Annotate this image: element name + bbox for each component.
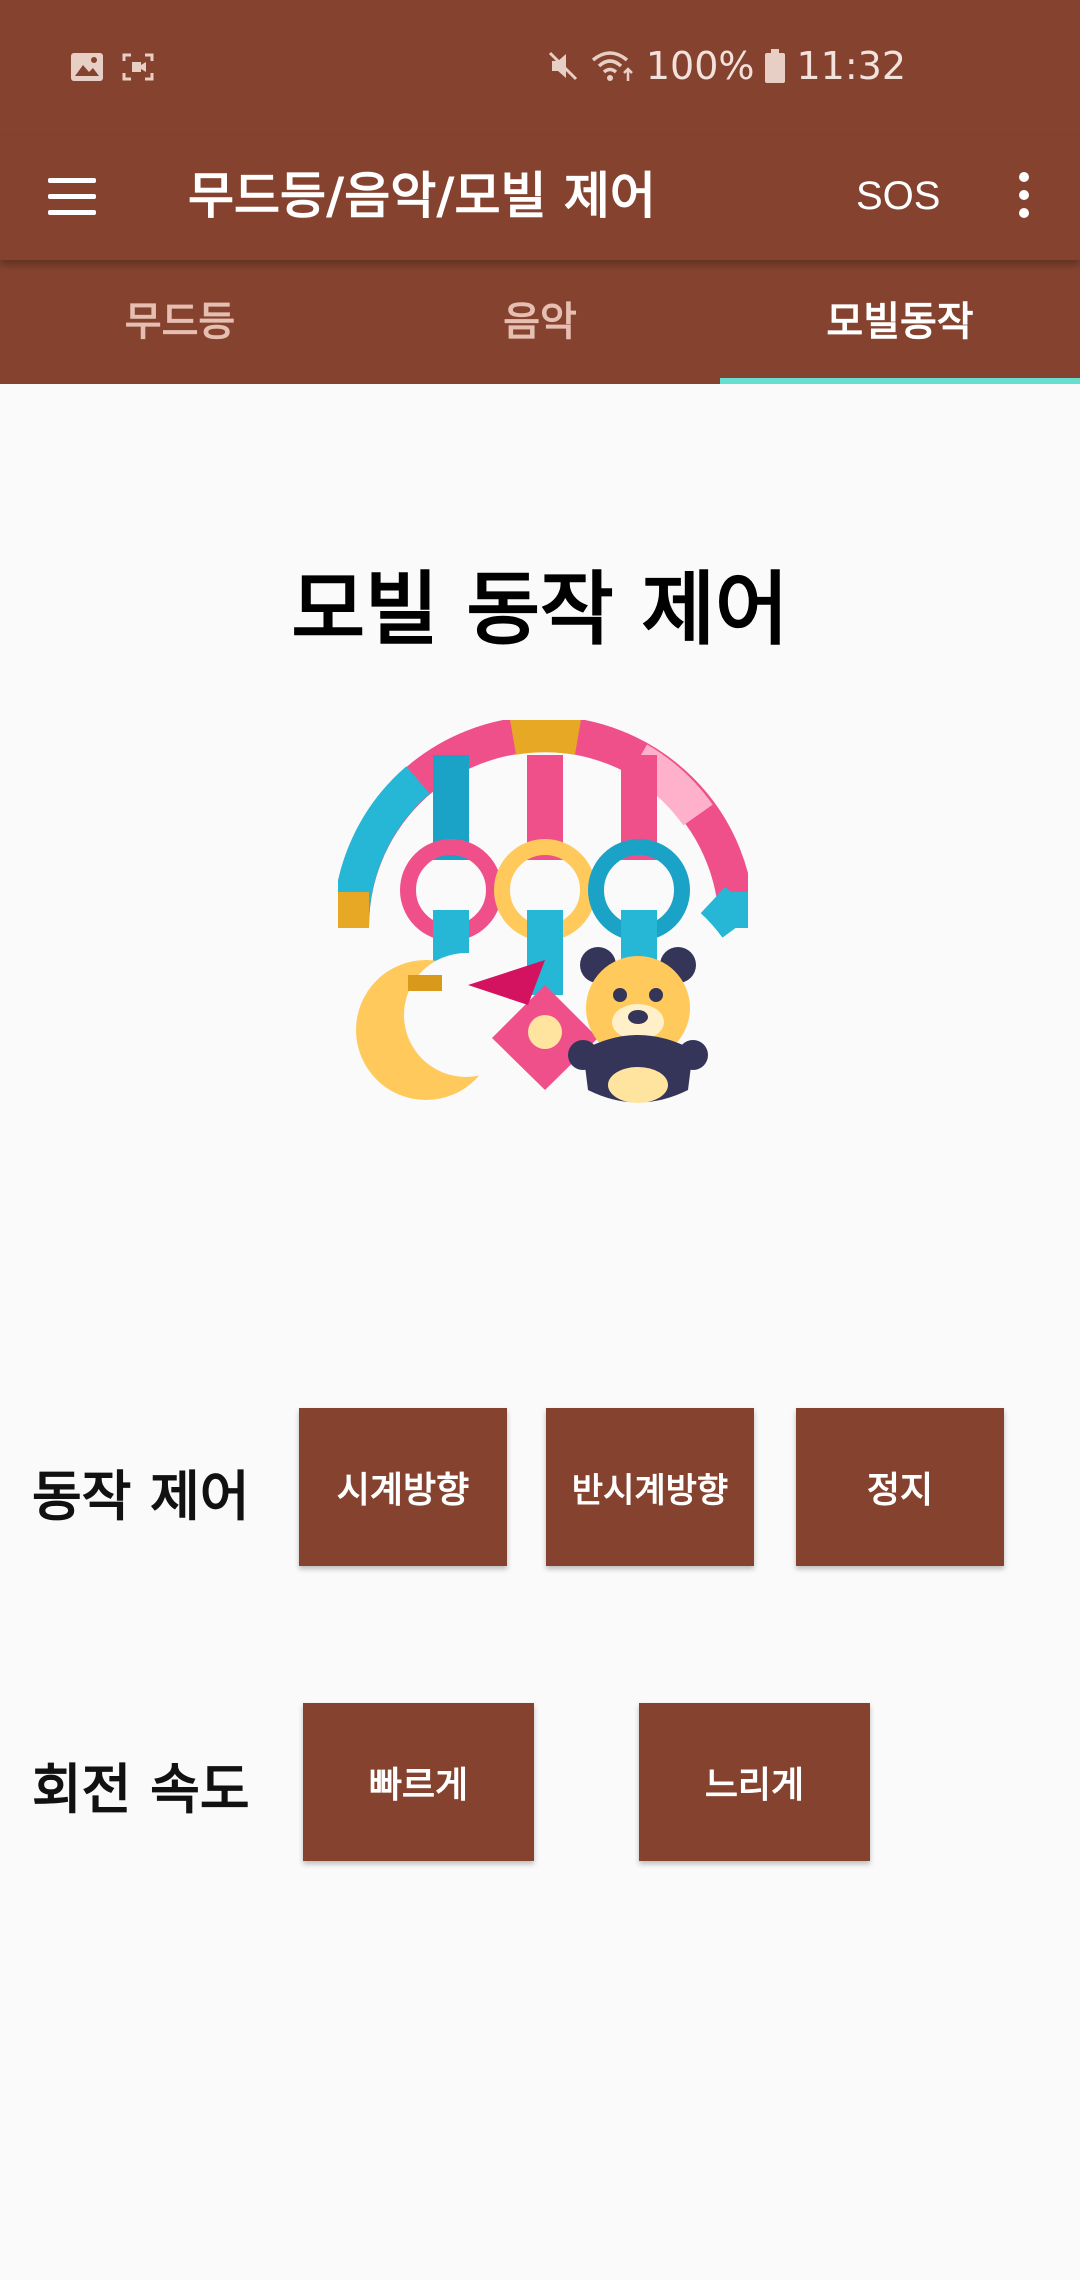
- status-right: 100% 11:32: [546, 44, 906, 88]
- slow-button[interactable]: 느리게: [639, 1703, 870, 1861]
- tab-indicator: [720, 378, 1080, 384]
- mute-icon: [548, 51, 577, 81]
- page-title: 모빌 동작 제어: [291, 563, 789, 656]
- battery-icon: [765, 49, 786, 83]
- more-vert-icon[interactable]: [1004, 166, 1042, 226]
- status-time: 11:32: [796, 44, 906, 88]
- motion-control-label: 동작 제어: [32, 1465, 250, 1528]
- battery-percent: 100%: [645, 44, 755, 88]
- rotation-speed-label: 회전 속도: [32, 1758, 250, 1821]
- fast-button[interactable]: 빠르게: [303, 1703, 534, 1861]
- clockwise-button[interactable]: 시계방향: [299, 1408, 507, 1566]
- menu-icon[interactable]: [46, 170, 100, 224]
- tab-mood-light[interactable]: 무드등: [0, 260, 360, 384]
- screen-record-icon: [122, 53, 154, 81]
- tab-mobile-motion[interactable]: 모빌동작: [720, 260, 1080, 384]
- sos-button[interactable]: SOS: [856, 156, 940, 236]
- tab-music[interactable]: 음악: [360, 260, 720, 384]
- counterclockwise-button[interactable]: 반시계방향: [546, 1408, 754, 1566]
- app-title: 무드등/음악/모빌 제어: [188, 167, 656, 225]
- stop-button[interactable]: 정지: [796, 1408, 1004, 1566]
- status-bar: 100% 11:32: [0, 0, 1080, 136]
- baby-mobile-icon: [338, 720, 748, 1103]
- gallery-icon: [71, 53, 103, 81]
- wifi-icon: [591, 51, 633, 81]
- tab-bar: 무드등 음악 모빌동작: [0, 260, 1080, 384]
- app-bar: 무드등/음악/모빌 제어 SOS: [0, 136, 1080, 260]
